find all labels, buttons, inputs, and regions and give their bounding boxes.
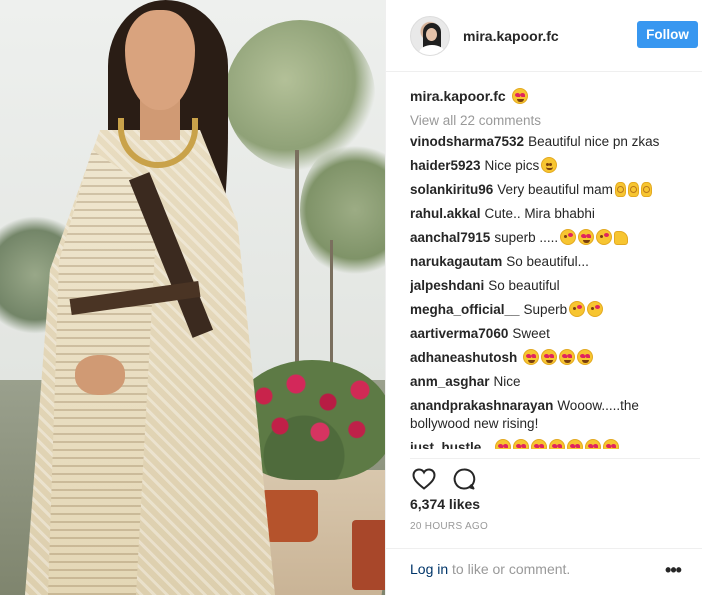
caption: mira.kapoor.fc	[410, 85, 700, 107]
comment-row: megha_official__ Superb	[410, 301, 700, 319]
comment-username[interactable]: aartiverma7060	[410, 326, 508, 341]
thumbs-up-emoji	[614, 231, 629, 245]
photo-person-hands	[75, 355, 125, 395]
photo-flower-pot	[352, 520, 385, 590]
heart-eyes-emoji	[584, 439, 601, 449]
action-bar	[410, 458, 700, 494]
comment-rows: vinodsharma7532 Beautiful nice pn zkas hai…	[410, 133, 700, 449]
heart-eyes-emoji	[530, 439, 547, 449]
comment-row: anm_asghar Nice	[410, 373, 700, 391]
comment-row: rahul.akkal Cute.. Mira bhabhi	[410, 205, 700, 223]
comment-row: haider5923 Nice pics	[410, 157, 700, 175]
comment-bubble-icon[interactable]	[450, 465, 478, 493]
heart-eyes-emoji	[577, 349, 594, 365]
comment-row: adhaneashutosh	[410, 349, 700, 367]
comment-text: Nice pics	[484, 158, 540, 173]
comment-row: jalpeshdani So beautiful	[410, 277, 700, 295]
ok-hand-emoji	[640, 182, 652, 197]
comment-text: Nice	[493, 374, 521, 389]
heart-eyes-emoji	[523, 349, 540, 365]
comment-row: solankiritu96 Very beautiful mam	[410, 181, 700, 199]
ok-hand-emoji	[627, 182, 639, 197]
comment-row: vinodsharma7532 Beautiful nice pn zkas	[410, 133, 700, 151]
comment-text: Cute.. Mira bhabhi	[484, 206, 595, 221]
comment-username[interactable]: solankiritu96	[410, 182, 493, 197]
comment-username[interactable]: haider5923	[410, 158, 481, 173]
comment-username[interactable]: rahul.akkal	[410, 206, 481, 221]
post-header: mira.kapoor.fc Follow	[386, 0, 702, 72]
heart-eyes-emoji	[548, 439, 565, 449]
login-link[interactable]: Log in	[410, 561, 448, 577]
comment-username[interactable]: aanchal7915	[410, 230, 490, 245]
comment-row: aartiverma7060 Sweet	[410, 325, 700, 343]
comment-text: So beautiful...	[506, 254, 589, 269]
smile-emoji	[541, 157, 558, 173]
heart-eyes-emoji	[559, 349, 576, 365]
avatar[interactable]	[410, 15, 450, 56]
kiss-emoji	[587, 301, 604, 317]
comment-username[interactable]: just_hustle_	[410, 440, 489, 449]
post-sidebar: mira.kapoor.fc Follow mira.kapoor.fc Vie…	[385, 0, 702, 595]
comment-text: Sweet	[512, 326, 550, 341]
view-all-comments-link[interactable]: View all 22 comments	[410, 107, 700, 133]
comment-row: anandprakashnarayan Wooow.....the bollywo…	[410, 397, 700, 433]
comment-row: narukagautam So beautiful...	[410, 253, 700, 271]
comment-username[interactable]: narukagautam	[410, 254, 502, 269]
more-options-icon[interactable]: •••	[661, 560, 685, 580]
comment-username[interactable]: anandprakashnarayan	[410, 398, 553, 413]
heart-eyes-emoji	[602, 439, 619, 449]
post-timestamp: 20 HOURS AGO	[410, 521, 489, 532]
comment-row: just_hustle_	[410, 439, 700, 449]
comment-username[interactable]: jalpeshdani	[410, 278, 484, 293]
heart-eyes-emoji	[494, 439, 511, 449]
comments-list: mira.kapoor.fc View all 22 comments vino…	[410, 85, 700, 452]
header-username[interactable]: mira.kapoor.fc	[463, 28, 559, 44]
heart-eyes-emoji	[512, 439, 529, 449]
comment-text: So beautiful	[488, 278, 560, 293]
kiss-emoji	[569, 301, 586, 317]
comment-row: aanchal7915 superb .....	[410, 229, 700, 247]
caption-username[interactable]: mira.kapoor.fc	[410, 88, 506, 104]
kiss-emoji	[560, 229, 577, 245]
heart-eyes-emoji	[511, 88, 528, 104]
comment-username[interactable]: anm_asghar	[410, 374, 490, 389]
comment-text: superb .....	[494, 230, 559, 245]
ok-hand-emoji	[614, 182, 626, 197]
comment-text: Superb	[523, 302, 568, 317]
login-prompt-text: to like or comment.	[448, 561, 571, 577]
heart-outline-icon[interactable]	[410, 465, 438, 493]
comment-footer: Log in to like or comment. •••	[386, 548, 702, 595]
comment-username[interactable]: adhaneashutosh	[410, 350, 517, 365]
comment-username[interactable]: megha_official__	[410, 302, 520, 317]
heart-eyes-emoji	[566, 439, 583, 449]
photo-flower-pot	[262, 490, 318, 542]
heart-eyes-emoji	[578, 229, 595, 245]
comment-username[interactable]: vinodsharma7532	[410, 134, 524, 149]
follow-button[interactable]: Follow	[637, 21, 698, 48]
post-photo[interactable]	[0, 0, 385, 595]
photo-tree-trunk	[295, 150, 299, 370]
heart-eyes-emoji	[541, 349, 558, 365]
comment-text: Very beautiful mam	[497, 182, 613, 197]
likes-count[interactable]: 6,374 likes	[410, 496, 480, 512]
instagram-post: mira.kapoor.fc Follow mira.kapoor.fc Vie…	[0, 0, 702, 595]
login-prompt: Log in to like or comment.	[410, 561, 570, 577]
kiss-emoji	[596, 229, 613, 245]
comment-text: Beautiful nice pn zkas	[528, 134, 660, 149]
